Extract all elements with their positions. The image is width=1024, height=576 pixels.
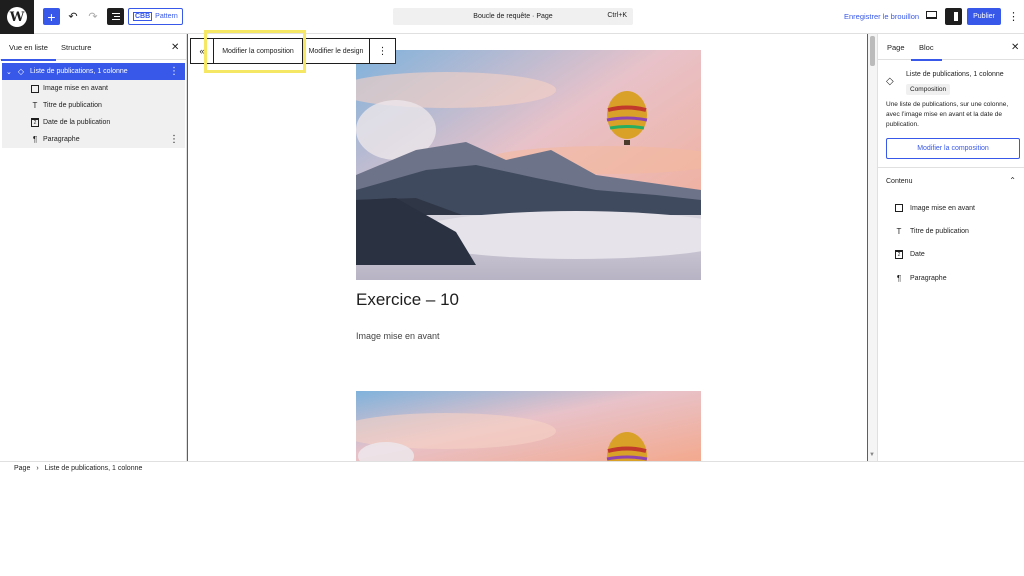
content-item-label: Image mise en avant xyxy=(910,204,975,212)
paragraph-icon: ¶ xyxy=(896,273,902,283)
undo-icon: ↶ xyxy=(68,11,78,23)
list-item-label: Paragraphe xyxy=(43,136,80,143)
pattern-icon: CBB xyxy=(133,12,153,21)
list-item-post-list[interactable]: ⌄ ◇ Liste de publications, 1 colonne ⋮ xyxy=(2,63,185,80)
scrollbar-thumb[interactable] xyxy=(870,36,875,66)
wordpress-logo-button[interactable]: W xyxy=(0,0,34,34)
query-loop-icon: ◇ xyxy=(886,76,894,87)
undo-button[interactable]: ↶ xyxy=(67,8,79,25)
content-item-featured-image[interactable]: Image mise en avant xyxy=(894,202,975,214)
list-view-tabs: Vue en liste Structure ✕ xyxy=(0,34,186,61)
publish-button[interactable]: Publier xyxy=(967,8,1001,25)
chevron-up-icon[interactable]: ⌃ xyxy=(1009,176,1016,185)
title-icon: T xyxy=(32,101,38,110)
breadcrumb-root[interactable]: Page xyxy=(14,465,30,472)
composition-badge: Composition xyxy=(906,84,951,95)
edit-design-button[interactable]: Modifier le design xyxy=(303,39,370,63)
list-item-label: Titre de publication xyxy=(43,102,102,109)
pattern-label: Pattern xyxy=(155,13,178,20)
title-icon: T xyxy=(896,226,902,236)
featured-image[interactable] xyxy=(356,391,701,461)
featured-image[interactable] xyxy=(356,50,701,280)
more-vertical-icon: ⋮ xyxy=(377,45,388,57)
list-item-label: Image mise en avant xyxy=(43,85,108,92)
add-block-button[interactable]: + xyxy=(43,8,60,25)
content-item-label: Date xyxy=(910,250,925,258)
sidebar-icon xyxy=(954,12,958,21)
breadcrumb-current[interactable]: Liste de publications, 1 colonne xyxy=(45,465,143,472)
chevron-down-icon[interactable]: ⌄ xyxy=(6,68,12,76)
options-menu-button[interactable]: ⋮ xyxy=(1008,8,1019,25)
list-item-label: Date de la publication xyxy=(43,119,111,126)
canvas-scrollbar[interactable] xyxy=(868,34,877,461)
divider xyxy=(878,167,1024,168)
list-item-label: Liste de publications, 1 colonne xyxy=(30,68,128,75)
list-item-paragraph[interactable]: ¶ Paragraphe ⋮ xyxy=(2,131,185,148)
editor-header: W + ↶ ↷ CBB Pattern Boucle de requête · … xyxy=(0,0,1024,34)
list-item-post-title[interactable]: T Titre de publication xyxy=(2,97,185,114)
command-palette-bar[interactable]: Boucle de requête · Page Ctrl+K xyxy=(393,8,633,25)
more-vertical-icon[interactable]: ⋮ xyxy=(169,134,179,145)
query-loop-icon: « xyxy=(199,46,205,56)
calendar-icon: 2 xyxy=(30,118,40,128)
chevron-right-icon: › xyxy=(36,465,39,472)
document-overview-button[interactable] xyxy=(107,8,124,25)
command-shortcut: Ctrl+K xyxy=(607,12,627,19)
landscape-balloon-image xyxy=(356,391,701,461)
edit-composition-sidebar-button[interactable]: Modifier la composition xyxy=(886,138,1020,159)
content-item-date[interactable]: 2 Date xyxy=(894,248,925,260)
close-icon[interactable]: ✕ xyxy=(171,42,179,53)
close-icon[interactable]: ✕ xyxy=(1011,42,1019,53)
save-draft-button[interactable]: Enregistrer le brouillon xyxy=(844,12,919,21)
block-toolbar: « Modifier la composition Modifier le de… xyxy=(190,38,396,64)
pattern-badge[interactable]: CBB Pattern xyxy=(128,8,183,25)
list-view-panel: Vue en liste Structure ✕ ⌄ ◇ Liste de pu… xyxy=(0,34,187,461)
content-item-label: Titre de publication xyxy=(910,227,969,235)
list-item-featured-image[interactable]: Image mise en avant xyxy=(2,80,185,97)
featured-image-icon xyxy=(30,84,40,94)
query-loop-icon: ◇ xyxy=(17,67,25,76)
tab-structure[interactable]: Structure xyxy=(61,34,91,60)
plus-icon: + xyxy=(47,8,56,25)
document-title: Boucle de requête · Page xyxy=(473,13,553,20)
list-item-post-date[interactable]: 2 Date de la publication xyxy=(2,114,185,131)
more-vertical-icon: ⋮ xyxy=(1008,11,1019,23)
block-description: Une liste de publications, sur une colon… xyxy=(886,101,1009,128)
more-vertical-icon[interactable]: ⋮ xyxy=(169,66,179,77)
settings-sidebar-toggle[interactable] xyxy=(945,8,962,25)
tab-list-view[interactable]: Vue en liste xyxy=(1,34,56,61)
featured-image-icon xyxy=(894,203,904,213)
content-item-paragraph[interactable]: ¶ Paragraphe xyxy=(894,272,947,284)
scroll-down-icon[interactable]: ▼ xyxy=(869,452,875,458)
redo-icon: ↷ xyxy=(88,11,98,23)
list-view-icon-line xyxy=(111,19,120,20)
list-view-icon xyxy=(111,13,120,14)
content-section-title[interactable]: Contenu xyxy=(886,178,912,185)
settings-tabs: Page Bloc ✕ xyxy=(878,34,1024,61)
calendar-icon: 2 xyxy=(894,249,904,259)
wordpress-icon: W xyxy=(7,7,27,27)
post-title[interactable]: Exercice – 10 xyxy=(356,290,459,310)
block-card-title: Liste de publications, 1 colonne xyxy=(906,71,1004,78)
tab-page[interactable]: Page xyxy=(887,34,905,60)
edit-composition-button[interactable]: Modifier la composition xyxy=(214,39,303,63)
tab-block[interactable]: Bloc xyxy=(911,34,941,61)
settings-sidebar: Page Bloc ✕ ◇ Liste de publications, 1 c… xyxy=(877,34,1024,461)
landscape-balloon-image xyxy=(356,50,701,280)
list-view-icon-line xyxy=(113,16,120,17)
content-item-post-title[interactable]: T Titre de publication xyxy=(894,225,969,237)
parent-selector-button[interactable]: « xyxy=(191,39,214,63)
post-paragraph[interactable]: Image mise en avant xyxy=(356,331,440,341)
redo-button[interactable]: ↷ xyxy=(87,8,99,25)
paragraph-icon: ¶ xyxy=(32,135,38,144)
block-options-button[interactable]: ⋮ xyxy=(370,39,395,63)
content-item-label: Paragraphe xyxy=(910,274,947,282)
preview-desktop-icon[interactable] xyxy=(926,11,937,19)
breadcrumb: Page › Liste de publications, 1 colonne xyxy=(0,461,1024,475)
